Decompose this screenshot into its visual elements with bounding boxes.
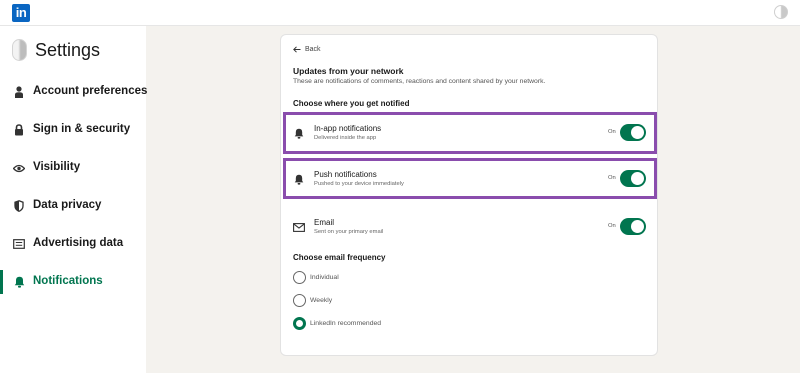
page-title: Settings xyxy=(35,40,101,60)
arrow-left-icon xyxy=(293,46,301,53)
highlight-box-in-app xyxy=(283,112,657,154)
section-description: These are notifications of comments, rea… xyxy=(293,78,546,85)
sidebar-item-label: Account preferences xyxy=(33,85,148,97)
sidebar-item-data-privacy[interactable]: Data privacy xyxy=(0,192,146,220)
sidebar-item-sign-in-security[interactable]: Sign in & security xyxy=(0,116,146,144)
frequency-heading: Choose email frequency xyxy=(293,253,386,262)
sidebar-item-account-preferences[interactable]: Account preferences xyxy=(0,78,148,106)
shield-icon xyxy=(13,199,25,213)
newspaper-icon xyxy=(13,237,25,251)
section-title: Updates from your network xyxy=(293,66,404,76)
radio-button[interactable] xyxy=(293,271,306,284)
sidebar-item-label: Advertising data xyxy=(33,237,124,249)
lock-icon xyxy=(13,123,25,137)
eye-icon xyxy=(13,161,25,175)
sidebar-item-notifications[interactable]: Notifications xyxy=(0,268,146,296)
email-notifications-description: Sent on your primary email xyxy=(314,229,384,235)
person-icon xyxy=(13,85,25,99)
sidebar-item-advertising-data[interactable]: Advertising data xyxy=(0,230,146,258)
active-indicator xyxy=(0,270,3,294)
email-notifications-toggle[interactable] xyxy=(620,218,646,235)
highlight-box-push xyxy=(283,158,657,199)
back-button[interactable]: Back xyxy=(293,46,321,53)
sidebar-item-label: Notifications xyxy=(33,275,103,287)
bell-icon xyxy=(13,275,25,289)
back-label: Back xyxy=(305,46,321,53)
radio-button[interactable] xyxy=(293,294,306,307)
toggle-knob xyxy=(631,220,644,233)
sidebar-item-label: Data privacy xyxy=(33,199,102,211)
sidebar-item-label: Visibility xyxy=(33,161,81,173)
linkedin-logo[interactable]: in xyxy=(12,4,30,22)
channels-heading: Choose where you get notified xyxy=(293,99,410,108)
email-notifications-row: Email Sent on your primary email On xyxy=(281,210,659,244)
sidebar-avatar xyxy=(12,39,27,61)
profile-avatar[interactable] xyxy=(774,5,788,19)
radio-button-selected[interactable] xyxy=(293,317,306,330)
email-notifications-label: Email xyxy=(314,218,335,227)
envelope-icon xyxy=(292,221,306,233)
radio-label: Individual xyxy=(310,274,339,281)
email-toggle-state: On xyxy=(608,223,616,229)
radio-label: LinkedIn recommended xyxy=(310,320,382,327)
sidebar-item-label: Sign in & security xyxy=(33,123,131,135)
top-nav-bar: in xyxy=(0,0,800,26)
radio-label: Weekly xyxy=(310,297,333,304)
settings-sidebar: Settings Account preferences Sign in & s… xyxy=(0,26,148,373)
sidebar-item-visibility[interactable]: Visibility xyxy=(0,154,146,182)
